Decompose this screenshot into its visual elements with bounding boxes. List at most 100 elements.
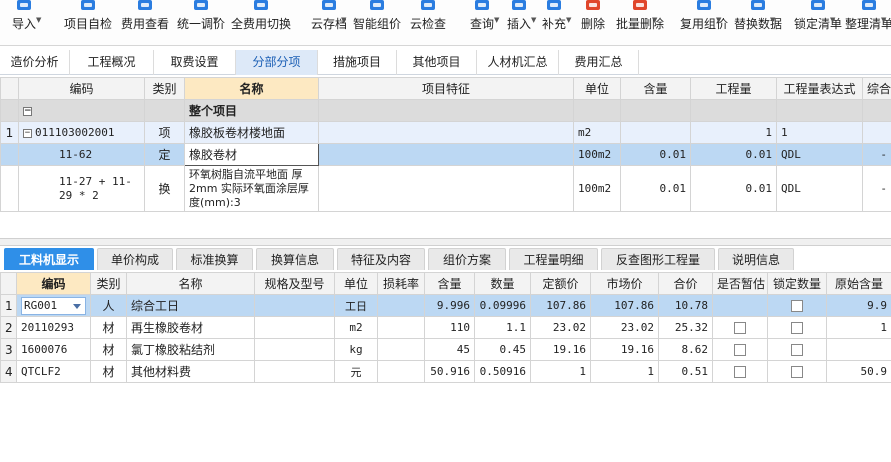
col-header-extra[interactable]: 综合: [862, 77, 891, 100]
name-cell[interactable]: 环氧树脂自流平地面 厚2mm 实际环氧面涂层厚度(mm):3: [184, 165, 319, 212]
toolbar-button-organize[interactable]: 整理清单 ▼: [834, 0, 891, 45]
table-row-total[interactable]: − 整个项目: [0, 99, 891, 122]
qty-cell[interactable]: 0.09996: [474, 294, 531, 317]
chevron-down-icon[interactable]: ▼: [770, 16, 775, 24]
expr-cell[interactable]: QDL: [776, 143, 863, 166]
unit-cell[interactable]: 100m2: [573, 143, 621, 166]
table-row[interactable]: 1 −011103002001 项 橡胶板卷材楼地面 m2 1 1: [0, 121, 891, 144]
content-cell[interactable]: 45: [424, 338, 475, 361]
col-header-content[interactable]: 含量: [620, 77, 691, 100]
table-row[interactable]: 3 1600076 材氯丁橡胶粘结剂 kg 45 0.45 19.16 19.16 8.62: [0, 338, 891, 361]
unit-cell[interactable]: m2: [573, 121, 621, 144]
lock-qty-checkbox[interactable]: [791, 300, 803, 312]
unit-cell[interactable]: 工日: [334, 294, 378, 317]
table-row-selected[interactable]: 11-62 定 橡胶卷材 100m2 0.01 0.01 QDL -: [0, 143, 891, 166]
col-header-name[interactable]: 名称: [184, 77, 319, 100]
chevron-down-icon[interactable]: ▼: [716, 16, 721, 24]
col-header-content[interactable]: 含量: [424, 272, 475, 295]
content-cell[interactable]: 50.916: [424, 360, 475, 383]
name-cell[interactable]: 氯丁橡胶粘结剂: [126, 338, 255, 361]
toolbar-button-batch-delete[interactable]: 批量删除 ▼: [605, 0, 675, 45]
loss-cell[interactable]: [377, 360, 425, 383]
col-header-code[interactable]: 编码: [16, 272, 91, 295]
unit-cell[interactable]: kg: [334, 338, 378, 361]
market-price-cell[interactable]: 19.16: [590, 338, 659, 361]
unit-cell[interactable]: 元: [334, 360, 378, 383]
chevron-down-icon[interactable]: [73, 303, 81, 309]
qty-cell[interactable]: 1: [690, 121, 777, 144]
content-cell[interactable]: 110: [424, 316, 475, 339]
code-cell[interactable]: 11-27 + 11-29 * 2: [18, 165, 145, 212]
table-row[interactable]: 11-27 + 11-29 * 2 换 环氧树脂自流平地面 厚2mm 实际环氧面…: [0, 165, 891, 212]
code-cell[interactable]: 11-62: [18, 143, 145, 166]
spec-cell[interactable]: [254, 294, 335, 317]
spec-cell[interactable]: [254, 316, 335, 339]
unit-cell[interactable]: 100m2: [573, 165, 621, 212]
toolbar-button-switch[interactable]: 全费用切换: [226, 0, 296, 45]
expr-cell[interactable]: 1: [776, 121, 863, 144]
col-header-quota-price[interactable]: 定额价: [530, 272, 591, 295]
provisional-checkbox[interactable]: [734, 366, 746, 378]
collapse-icon[interactable]: −: [23, 106, 32, 116]
spec-cell[interactable]: [254, 338, 335, 361]
qty-cell[interactable]: 0.45: [474, 338, 531, 361]
code-combo[interactable]: RG001: [21, 296, 86, 315]
content-cell[interactable]: 0.01: [620, 165, 691, 212]
spec-cell[interactable]: [254, 360, 335, 383]
bottom-tab-4[interactable]: 特征及内容: [337, 248, 425, 270]
col-header-name[interactable]: 名称: [126, 272, 255, 295]
lock-qty-checkbox[interactable]: [791, 344, 803, 356]
chevron-down-icon[interactable]: ▼: [213, 16, 218, 24]
market-price-cell[interactable]: 1: [590, 360, 659, 383]
bottom-tab-7[interactable]: 反查图形工程量: [601, 248, 715, 270]
bottom-tab-8[interactable]: 说明信息: [718, 248, 794, 270]
col-header-code[interactable]: 编码: [18, 77, 145, 100]
col-header-type[interactable]: 类别: [144, 77, 185, 100]
provisional-checkbox[interactable]: [734, 344, 746, 356]
expr-cell[interactable]: QDL: [776, 165, 863, 212]
lock-qty-checkbox[interactable]: [791, 366, 803, 378]
market-price-cell[interactable]: 23.02: [590, 316, 659, 339]
chevron-down-icon[interactable]: ▼: [36, 16, 41, 24]
col-header-provisional[interactable]: 是否暂估: [712, 272, 768, 295]
col-header-quantity[interactable]: 数量: [474, 272, 531, 295]
qty-cell[interactable]: 0.01: [690, 143, 777, 166]
col-header-expression[interactable]: 工程量表达式: [776, 77, 863, 100]
tab-6[interactable]: 人材机汇总: [477, 50, 559, 75]
qty-cell[interactable]: 1.1: [474, 316, 531, 339]
name-cell-editing[interactable]: 橡胶卷材: [184, 143, 319, 166]
chevron-down-icon[interactable]: ▼: [881, 16, 886, 24]
name-cell[interactable]: 橡胶板卷材楼地面: [184, 121, 319, 144]
code-cell[interactable]: 1600076: [16, 338, 91, 361]
col-header-orig-content[interactable]: 原始含量: [826, 272, 891, 295]
content-cell[interactable]: [620, 121, 691, 144]
col-header-spec[interactable]: 规格及型号: [254, 272, 335, 295]
col-header-loss[interactable]: 损耗率: [377, 272, 425, 295]
table-row[interactable]: 4 QTCLF2 材其他材料费元 50.916 0.50916 1 1 0.51 50.9: [0, 360, 891, 383]
pane-splitter[interactable]: [0, 238, 891, 246]
collapse-icon[interactable]: −: [23, 128, 32, 138]
tab-5[interactable]: 其他项目: [397, 50, 477, 75]
loss-cell[interactable]: [377, 338, 425, 361]
name-cell[interactable]: 其他材料费: [126, 360, 255, 383]
tab-7[interactable]: 费用汇总: [559, 50, 639, 75]
qty-cell[interactable]: 0.50916: [474, 360, 531, 383]
code-cell[interactable]: 20110293: [16, 316, 91, 339]
chevron-down-icon[interactable]: ▼: [652, 16, 657, 24]
market-price-cell[interactable]: 107.86: [590, 294, 659, 317]
loss-cell[interactable]: [377, 316, 425, 339]
provisional-checkbox[interactable]: [734, 322, 746, 334]
bottom-tab-1[interactable]: 单价构成: [97, 248, 173, 270]
content-cell[interactable]: 9.996: [424, 294, 475, 317]
col-header-unit[interactable]: 单位: [334, 272, 378, 295]
col-header-lock-qty[interactable]: 锁定数量: [767, 272, 827, 295]
col-header-type[interactable]: 类别: [90, 272, 127, 295]
bottom-tab-5[interactable]: 组价方案: [428, 248, 506, 270]
tab-3[interactable]: 分部分项: [236, 50, 318, 75]
name-cell[interactable]: 综合工日: [126, 294, 255, 317]
lock-qty-checkbox[interactable]: [791, 322, 803, 334]
table-row-selected[interactable]: 1 RG001 人综合工日 工日 9.996 0.09996 107.86 107.86 10.…: [0, 294, 891, 317]
quota-price-cell[interactable]: 23.02: [530, 316, 591, 339]
tab-4[interactable]: 措施项目: [318, 50, 397, 75]
quota-price-cell[interactable]: 107.86: [530, 294, 591, 317]
